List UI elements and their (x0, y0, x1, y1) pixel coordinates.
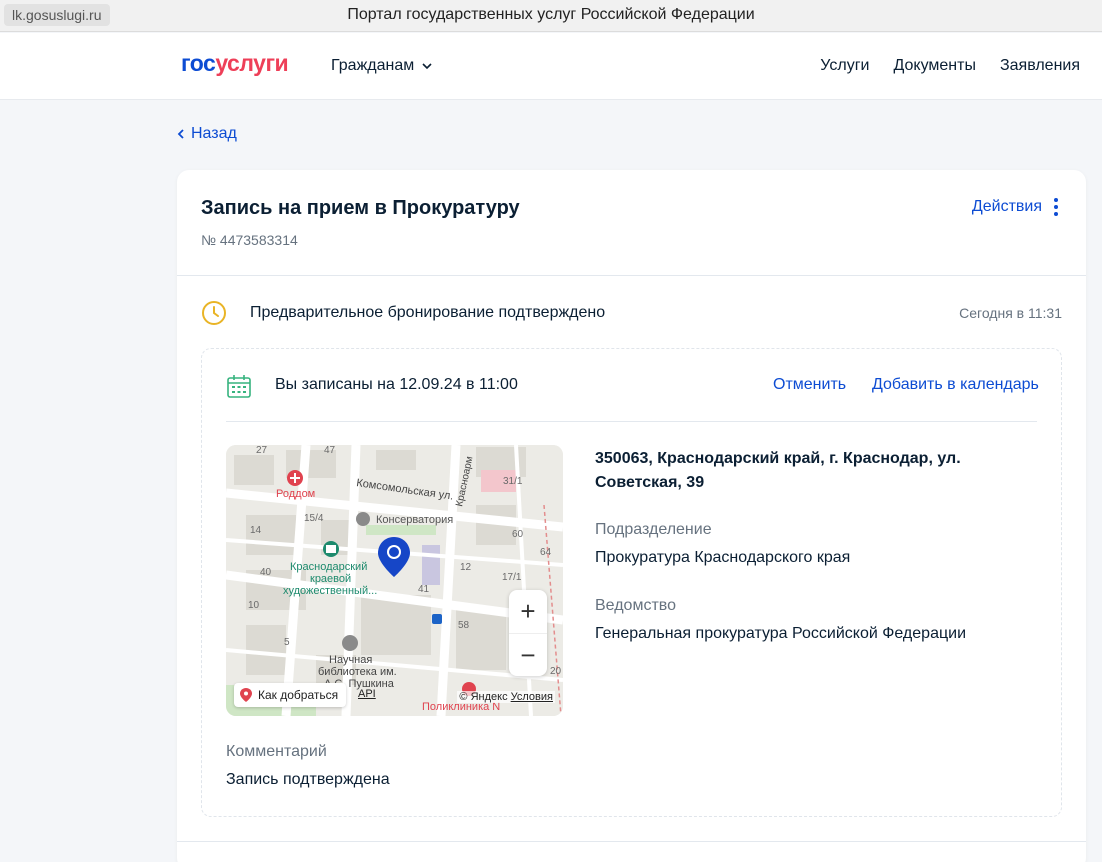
divider (226, 421, 1037, 422)
map-label-47: 47 (324, 445, 336, 456)
nav-services[interactable]: Услуги (820, 57, 869, 75)
address: 350063, Краснодарский край, г. Краснодар… (595, 450, 961, 491)
browser-title-bar: lk.gosuslugi.ru Портал государственных у… (0, 0, 1102, 32)
map-label-17-1: 17/1 (502, 572, 522, 583)
map-label-58: 58 (458, 620, 470, 631)
logo-part-uslugi: услуги (215, 50, 289, 76)
zoom-out-button[interactable]: − (509, 633, 547, 676)
map-label-60: 60 (512, 529, 524, 540)
booking-details: Вы записаны на 12.09.24 в 11:00 Отменить… (201, 348, 1062, 817)
map-label-library-1: Научная (329, 654, 372, 666)
map-label-41: 41 (418, 584, 430, 595)
comment-value: Запись подтверждена (226, 771, 390, 788)
page-title: Запись на прием в Прокуратуру (201, 197, 520, 219)
agency-label: Ведомство (595, 597, 676, 614)
gosuslugi-logo[interactable]: госуслуги (181, 50, 289, 77)
site-header: госуслуги Гражданам Услуги Документы Зая… (0, 33, 1102, 100)
booked-time-text: Вы записаны на 12.09.24 в 11:00 (275, 376, 518, 393)
map-label-library-2: библиотека им. (318, 666, 397, 678)
map-label-15-4: 15/4 (304, 513, 324, 524)
map-label-museum-2: краевой (310, 573, 351, 585)
divider (177, 841, 1086, 842)
add-to-calendar-button[interactable]: Добавить в календарь (872, 376, 1039, 394)
map-label-12: 12 (460, 562, 472, 573)
nav-applications[interactable]: Заявления (1000, 57, 1080, 75)
map-label-20: 20 (550, 666, 562, 677)
calendar-icon (227, 375, 251, 398)
bus-stop-icon (432, 614, 442, 624)
map-label-roddom: Роддом (276, 488, 315, 500)
application-number: № 4473583314 (201, 232, 298, 248)
application-card: Запись на прием в Прокуратуру № 44735833… (177, 170, 1086, 862)
map-copyright: © Яндекс Условия (457, 691, 555, 703)
status-time: Сегодня в 11:31 (959, 305, 1062, 321)
status-row: Предварительное бронирование подтвержден… (201, 298, 1062, 328)
map-label-40: 40 (260, 567, 272, 578)
route-label: Как добраться (258, 688, 339, 702)
terms-link[interactable]: Условия (511, 691, 553, 703)
map-label-14: 14 (250, 525, 262, 536)
map-label-10: 10 (248, 600, 260, 611)
conservatory-icon (356, 512, 370, 526)
map-zoom-control: + − (509, 590, 547, 676)
actions-button[interactable]: Действия (972, 198, 1058, 216)
api-link[interactable]: API (358, 688, 376, 700)
copyright-text: © Яндекс (459, 691, 508, 703)
map-label-museum-3: художественный... (283, 585, 377, 597)
map[interactable]: 15/4 14 40 10 5 47 27 31/1 60 64 12 17/1… (226, 445, 563, 716)
map-label-31-1: 31/1 (503, 476, 523, 487)
logo-part-gos: гос (181, 50, 216, 76)
cancel-button[interactable]: Отменить (773, 376, 846, 394)
department-label: Подразделение (595, 521, 712, 538)
status-text: Предварительное бронирование подтвержден… (250, 304, 606, 321)
map-label-museum-1: Краснодарский (290, 561, 367, 573)
map-label-conservatory: Консерватория (376, 514, 453, 526)
chevron-left-icon (177, 129, 184, 139)
back-link[interactable]: Назад (177, 125, 237, 143)
citizens-dropdown[interactable]: Гражданам (331, 57, 432, 75)
map-label-5: 5 (284, 637, 290, 648)
map-marker-icon (240, 688, 252, 702)
actions-label: Действия (971, 198, 1042, 215)
window-title: Портал государственных услуг Российской … (347, 6, 755, 23)
map-label-64: 64 (540, 547, 552, 558)
library-icon (342, 635, 358, 651)
comment-label: Комментарий (226, 743, 327, 760)
nav-documents[interactable]: Документы (893, 57, 975, 75)
divider (177, 275, 1086, 276)
more-vertical-icon (1054, 198, 1058, 216)
top-nav: Услуги Документы Заявления (820, 57, 1080, 75)
agency-value: Генеральная прокуратура Российской Федер… (595, 625, 966, 642)
map-label-27: 27 (256, 445, 268, 456)
clock-icon (202, 301, 226, 325)
chevron-down-icon (422, 63, 432, 70)
back-label: Назад (191, 125, 237, 142)
department-value: Прокуратура Краснодарского края (595, 549, 851, 566)
citizens-label: Гражданам (331, 57, 415, 74)
zoom-in-button[interactable]: + (509, 590, 547, 633)
route-button[interactable]: Как добраться (234, 683, 347, 707)
